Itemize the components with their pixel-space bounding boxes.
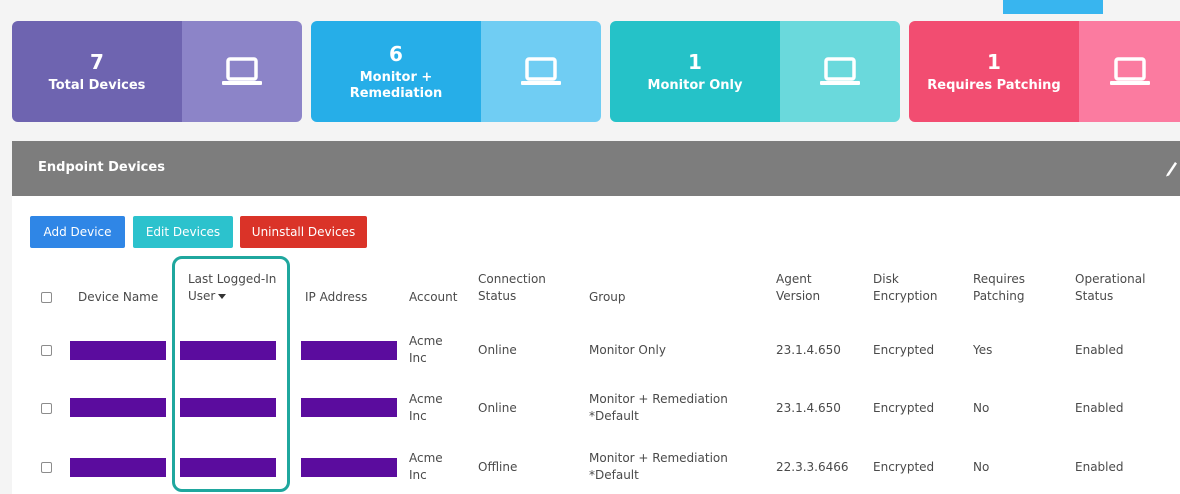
- top-accent-bar: [1003, 0, 1103, 14]
- card-summary: 1 Monitor Only: [610, 21, 780, 122]
- column-header-disk-encryption[interactable]: Disk Encryption: [873, 271, 937, 305]
- card-label: Total Devices: [48, 77, 146, 93]
- column-header-device-name[interactable]: Device Name: [78, 289, 158, 306]
- header-line2: Patching: [973, 289, 1025, 303]
- endpoint-devices-header: Endpoint Devices: [12, 141, 1180, 196]
- header-line2: Encryption: [873, 289, 938, 303]
- pencil-icon[interactable]: [1164, 159, 1178, 177]
- group-line1: Monitor + Remediation: [589, 451, 728, 465]
- panel-title: Endpoint Devices: [38, 160, 165, 175]
- cell-agent-version: 23.1.4.650: [776, 401, 841, 415]
- cell-account: Acme Inc: [409, 450, 443, 484]
- cell-connection-status: Online: [478, 343, 517, 357]
- column-header-operational-status[interactable]: Operational Status: [1075, 271, 1145, 305]
- header-line1: Connection: [478, 272, 546, 286]
- cell-group: Monitor Only: [589, 343, 666, 357]
- card-summary: 7 Total Devices: [12, 21, 182, 122]
- redacted-device-name: [70, 341, 166, 360]
- cell-disk-encryption: Encrypted: [873, 343, 935, 357]
- redacted-device-name: [70, 458, 166, 477]
- laptop-icon: [1109, 56, 1150, 85]
- column-header-group[interactable]: Group: [589, 289, 626, 306]
- add-device-button[interactable]: Add Device: [30, 216, 125, 248]
- card-label: Monitor Only: [647, 77, 743, 93]
- card-icon-area: [481, 21, 601, 122]
- header-line2: Status: [478, 289, 517, 303]
- cell-account: Acme Inc: [409, 391, 443, 425]
- card-label-line2: Remediation: [349, 85, 443, 101]
- redacted-device-name: [70, 398, 166, 417]
- laptop-icon: [222, 56, 262, 85]
- account-line2: Inc: [409, 409, 427, 423]
- monitor-remediation-card[interactable]: 6 Monitor + Remediation: [311, 21, 601, 122]
- cell-group: Monitor + Remediation *Default: [589, 391, 728, 425]
- card-count: 1: [987, 49, 1001, 74]
- total-devices-card[interactable]: 7 Total Devices: [12, 21, 302, 122]
- header-line1: Disk: [873, 272, 899, 286]
- card-summary: 1 Requires Patching: [909, 21, 1079, 122]
- select-all-checkbox[interactable]: [41, 292, 52, 303]
- cell-agent-version: 22.3.3.6466: [776, 460, 849, 474]
- cell-operational-status: Enabled: [1075, 343, 1124, 357]
- card-summary: 6 Monitor + Remediation: [311, 21, 481, 122]
- account-line1: Acme: [409, 334, 443, 348]
- card-label: Requires Patching: [927, 77, 1061, 93]
- redacted-ip-address: [301, 398, 397, 417]
- card-count: 6: [389, 41, 403, 66]
- header-line1: Agent: [776, 272, 812, 286]
- redacted-ip-address: [301, 458, 397, 477]
- row-checkbox[interactable]: [41, 403, 52, 414]
- monitor-only-card[interactable]: 1 Monitor Only: [610, 21, 900, 122]
- card-count: 7: [90, 49, 104, 74]
- account-line2: Inc: [409, 351, 427, 365]
- uninstall-devices-button[interactable]: Uninstall Devices: [240, 216, 367, 248]
- group-line1: Monitor + Remediation: [589, 392, 728, 406]
- card-label: Monitor + Remediation: [350, 70, 443, 102]
- edit-devices-button[interactable]: Edit Devices: [133, 216, 233, 248]
- account-line1: Acme: [409, 451, 443, 465]
- laptop-icon: [820, 56, 860, 85]
- card-icon-area: [780, 21, 900, 122]
- row-checkbox[interactable]: [41, 345, 52, 356]
- card-count: 1: [688, 49, 702, 74]
- cell-operational-status: Enabled: [1075, 401, 1124, 415]
- account-line1: Acme: [409, 392, 443, 406]
- cell-group: Monitor + Remediation *Default: [589, 450, 728, 484]
- cell-disk-encryption: Encrypted: [873, 460, 935, 474]
- cell-requires-patching: No: [973, 460, 990, 474]
- requires-patching-card[interactable]: 1 Requires Patching: [909, 21, 1180, 122]
- cell-operational-status: Enabled: [1075, 460, 1124, 474]
- redacted-ip-address: [301, 341, 397, 360]
- cell-disk-encryption: Encrypted: [873, 401, 935, 415]
- cell-connection-status: Offline: [478, 460, 518, 474]
- group-line2: *Default: [589, 468, 639, 482]
- card-icon-area: [1079, 21, 1180, 122]
- header-line1: Requires: [973, 272, 1026, 286]
- last-user-column-highlight: [172, 256, 290, 492]
- column-header-account[interactable]: Account: [409, 289, 457, 306]
- account-line2: Inc: [409, 468, 427, 482]
- column-header-connection-status[interactable]: Connection Status: [478, 271, 546, 305]
- cell-requires-patching: No: [973, 401, 990, 415]
- row-checkbox[interactable]: [41, 462, 52, 473]
- cell-agent-version: 23.1.4.650: [776, 343, 841, 357]
- card-icon-area: [182, 21, 302, 122]
- card-label-line1: Monitor +: [359, 69, 433, 85]
- header-line1: Operational: [1075, 272, 1146, 286]
- cell-connection-status: Online: [478, 401, 517, 415]
- column-header-requires-patching[interactable]: Requires Patching: [973, 271, 1025, 305]
- cell-requires-patching: Yes: [973, 343, 993, 357]
- group-line2: *Default: [589, 409, 639, 423]
- laptop-icon: [521, 56, 561, 85]
- header-line2: Status: [1075, 289, 1114, 303]
- column-header-ip-address[interactable]: IP Address: [305, 289, 367, 306]
- column-header-agent-version[interactable]: Agent Version: [776, 271, 820, 305]
- cell-account: Acme Inc: [409, 333, 443, 367]
- header-line2: Version: [776, 289, 821, 303]
